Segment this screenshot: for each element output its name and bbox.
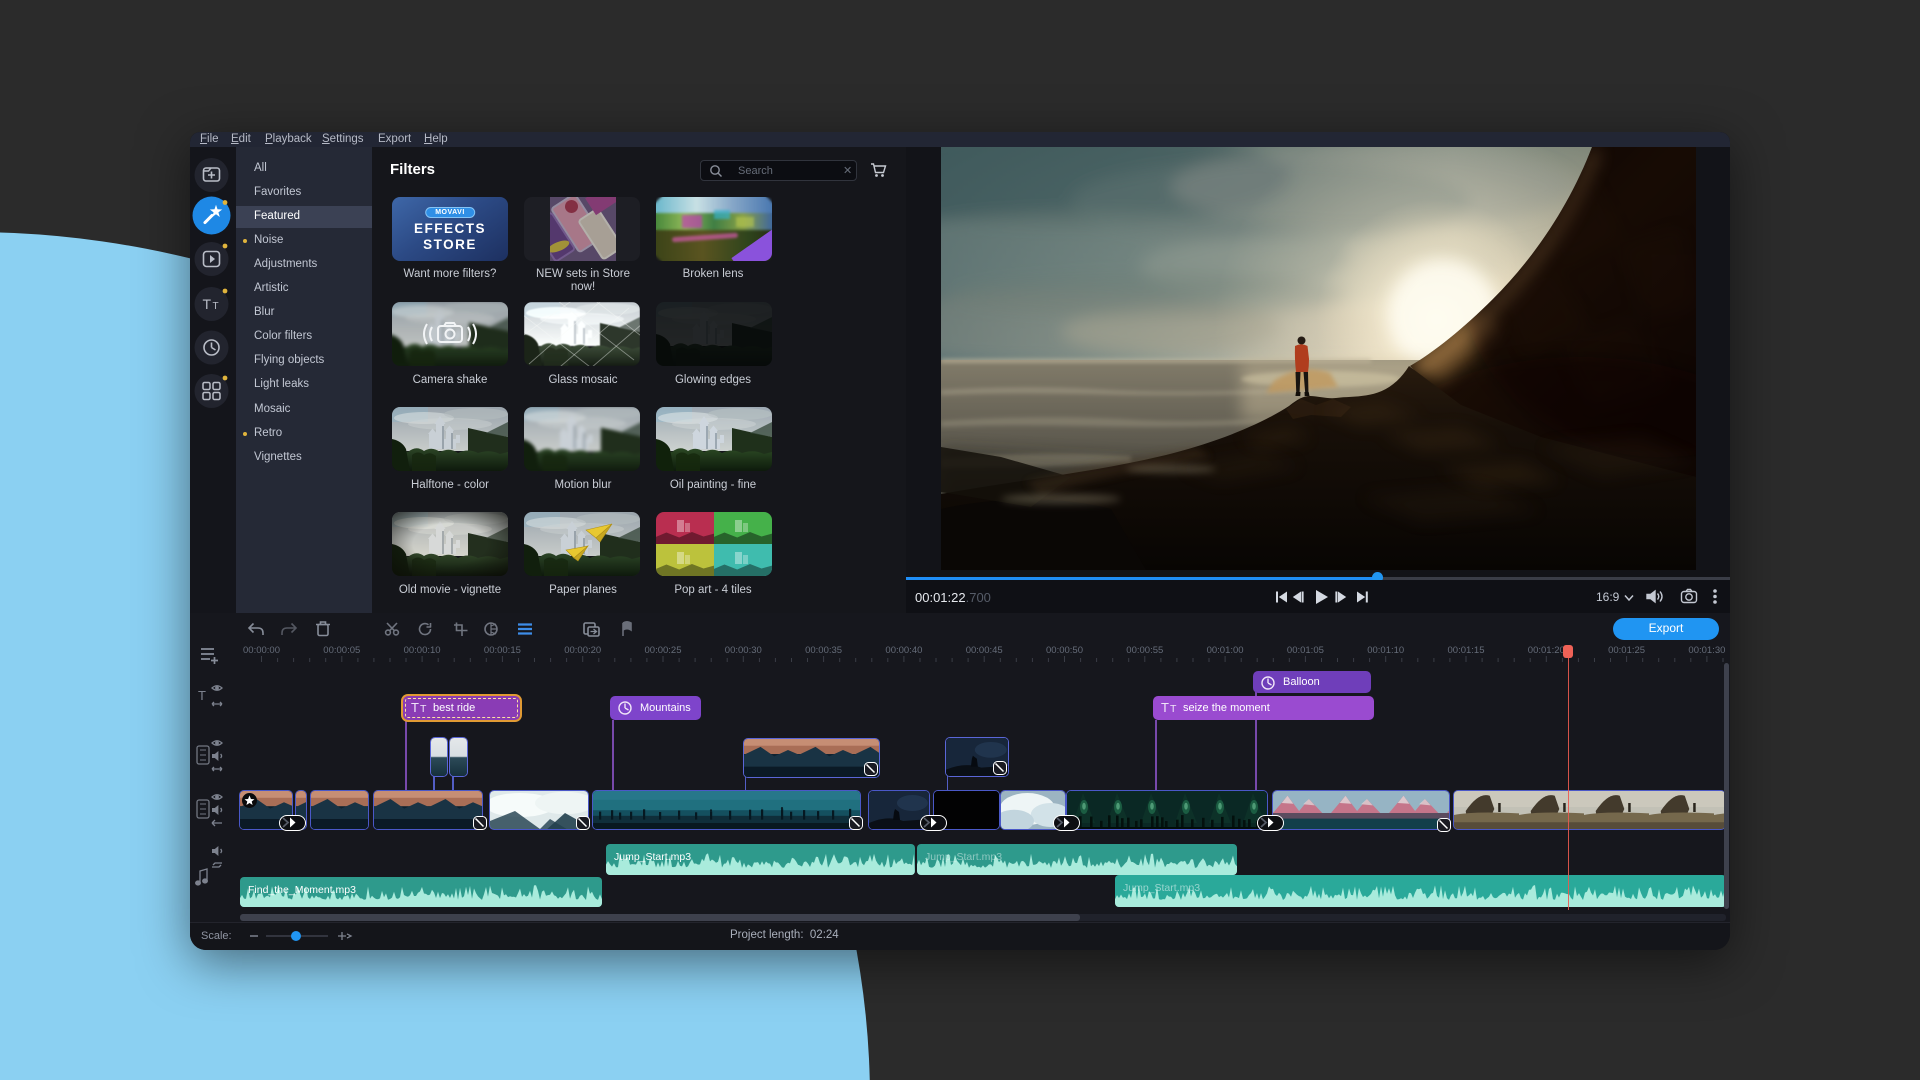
svg-text:T: T (420, 703, 427, 714)
svg-text:00:00:25: 00:00:25 (645, 645, 682, 656)
svg-text:00:01:00: 00:01:00 (1207, 645, 1244, 656)
svg-text:00:00:00: 00:00:00 (243, 645, 280, 656)
svg-text:00:00:15: 00:00:15 (484, 645, 521, 656)
svg-text:00:01:25: 00:01:25 (1608, 645, 1645, 656)
svg-text:00:01:15: 00:01:15 (1448, 645, 1485, 656)
svg-text:00:01:30: 00:01:30 (1688, 645, 1725, 656)
svg-text:00:00:55: 00:00:55 (1126, 645, 1163, 656)
svg-text:T: T (198, 688, 206, 703)
svg-text:00:00:10: 00:00:10 (404, 645, 441, 656)
svg-text:00:00:45: 00:00:45 (966, 645, 1003, 656)
svg-text:00:00:30: 00:00:30 (725, 645, 762, 656)
svg-text:00:00:20: 00:00:20 (564, 645, 601, 656)
svg-text:T: T (203, 296, 212, 312)
svg-text:T: T (411, 700, 419, 714)
svg-text:T: T (213, 301, 219, 312)
svg-text:00:00:40: 00:00:40 (885, 645, 922, 656)
svg-text:T: T (1161, 700, 1169, 714)
svg-text:00:00:35: 00:00:35 (805, 645, 842, 656)
svg-text:00:00:50: 00:00:50 (1046, 645, 1083, 656)
svg-text:00:01:05: 00:01:05 (1287, 645, 1324, 656)
svg-text:00:00:05: 00:00:05 (323, 645, 360, 656)
svg-text:T: T (1170, 703, 1177, 714)
svg-text:00:01:10: 00:01:10 (1367, 645, 1404, 656)
svg-text:00:01:20: 00:01:20 (1528, 645, 1565, 656)
